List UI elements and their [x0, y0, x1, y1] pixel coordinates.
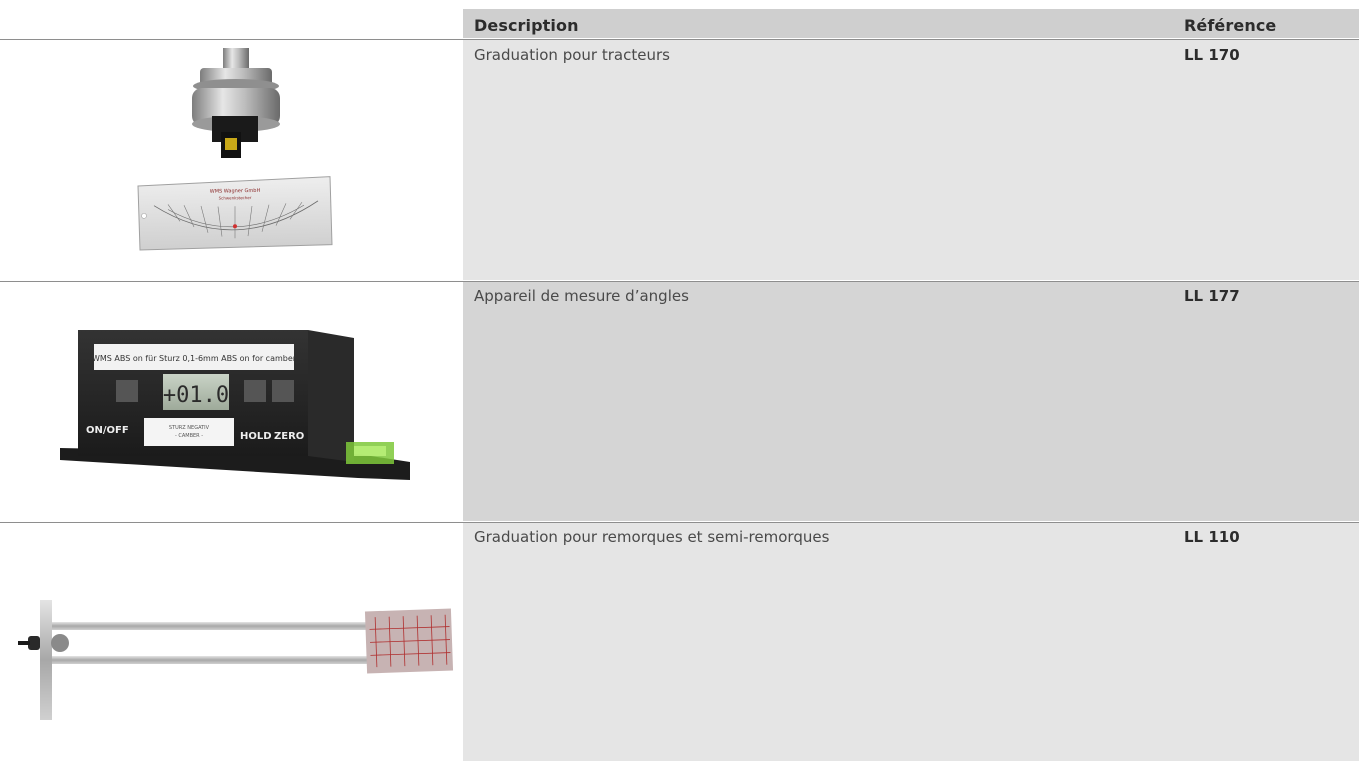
- angle-meter-photo: WMS ABS on für Sturz 0,1-6mm ABS on for …: [60, 330, 410, 480]
- table-row: [463, 523, 1359, 761]
- center-label-line2: - CAMBER -: [175, 433, 203, 439]
- scale-brand: WMS Wagner GmbH: [210, 188, 261, 195]
- column-header-description: Description: [474, 16, 579, 35]
- table-row: [463, 40, 1359, 280]
- row-reference: LL 110: [1184, 528, 1240, 546]
- row-reference: LL 177: [1184, 287, 1240, 305]
- trailer-graduation-photo: [18, 600, 454, 720]
- center-label-line1: STURZ NEGATIV: [169, 425, 210, 431]
- row-description: Graduation pour tracteurs: [474, 46, 670, 64]
- hold-button-label: HOLD: [240, 431, 272, 442]
- column-header-reference: Référence: [1184, 16, 1277, 35]
- row-description: Graduation pour remorques et semi-remorq…: [474, 528, 830, 546]
- table-row: [463, 282, 1359, 521]
- zero-button-label: ZERO: [274, 431, 304, 442]
- row-reference: LL 170: [1184, 46, 1240, 64]
- device-label-strip: WMS ABS on für Sturz 0,1-6mm ABS on for …: [92, 354, 297, 363]
- row-description: Appareil de mesure d’angles: [474, 287, 689, 305]
- device-display-readout: +01.0: [163, 383, 229, 408]
- scale-sub: Schwenkstecher: [219, 195, 252, 201]
- tractor-graduation-photo: WMS Wagner GmbH Schwenkstecher: [137, 48, 333, 251]
- onoff-button-label: ON/OFF: [86, 425, 129, 436]
